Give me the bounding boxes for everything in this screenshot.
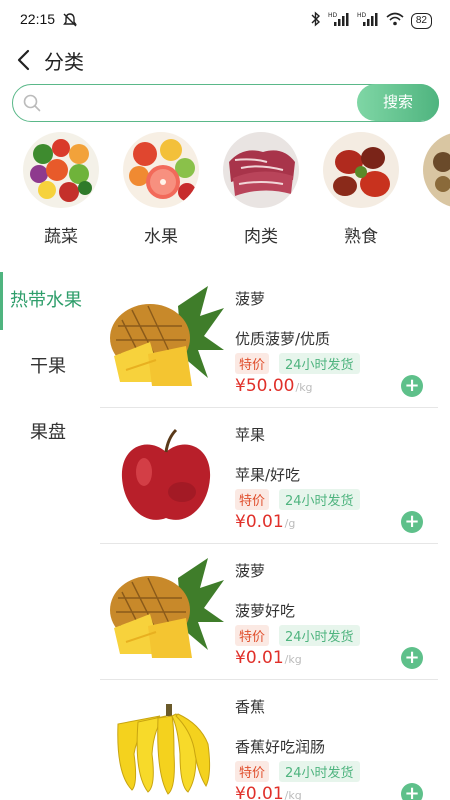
header: 分类: [0, 40, 450, 80]
pineapple-image: [108, 286, 224, 394]
price-value: ¥0.01: [235, 784, 284, 800]
product-name: 菠萝: [235, 290, 266, 308]
plus-icon: +: [404, 783, 420, 800]
sidebar: 热带水果 干果 果盘: [0, 268, 100, 800]
svg-text:HD: HD: [328, 12, 338, 19]
category-label: 水果: [144, 227, 178, 247]
price-unit: /kg: [284, 789, 302, 800]
category-cooked-food[interactable]: 熟食: [316, 132, 406, 247]
category-row: 蔬菜 水果 肉类 熟食: [0, 132, 450, 252]
add-to-cart-button[interactable]: +: [401, 375, 423, 397]
delivery-tag: 24小时发货: [279, 761, 360, 782]
sidebar-item-fruit-platter[interactable]: 果盘: [0, 400, 100, 466]
banana-image: [108, 694, 224, 800]
apple-image: [108, 422, 224, 530]
product-description: 香蕉好吃润肠: [235, 738, 326, 756]
delivery-tag: 24小时发货: [279, 353, 360, 374]
add-to-cart-button[interactable]: +: [401, 647, 423, 669]
delivery-tag: 24小时发货: [279, 625, 360, 646]
chevron-left-icon[interactable]: [14, 48, 34, 72]
add-to-cart-button[interactable]: +: [401, 511, 423, 533]
category-label: 熟食: [344, 227, 378, 247]
add-to-cart-button[interactable]: +: [401, 783, 423, 800]
wifi-icon: [386, 11, 404, 31]
hd-signal-icon: HD: [357, 11, 379, 31]
meat-image: [223, 132, 299, 208]
plus-icon: +: [404, 375, 420, 396]
special-tag: 特价: [235, 625, 270, 646]
price-value: ¥50.00: [235, 376, 295, 396]
price-value: ¥0.01: [235, 512, 284, 532]
search-input[interactable]: [49, 90, 349, 116]
category-label: 肉类: [244, 227, 278, 247]
sidebar-item-tropical-fruits[interactable]: 热带水果: [0, 268, 100, 334]
price-unit: /g: [284, 517, 296, 530]
product-list: 菠萝 优质菠萝/优质 特价 24小时发货 ¥50.00/kg + 苹果 苹果/好…: [100, 268, 450, 800]
list-item[interactable]: 苹果 苹果/好吃 特价 24小时发货 ¥0.01/g +: [100, 408, 438, 544]
status-bar: 22:15 HD HD 82: [0, 0, 450, 40]
special-tag: 特价: [235, 353, 270, 374]
category-more[interactable]: [416, 132, 450, 208]
category-vegetables[interactable]: 蔬菜: [16, 132, 106, 247]
product-price: ¥0.01/kg: [235, 784, 302, 800]
search-icon: [23, 94, 41, 112]
list-item[interactable]: 菠萝 优质菠萝/优质 特价 24小时发货 ¥50.00/kg +: [100, 272, 438, 408]
hd-signal-icon: HD: [328, 11, 350, 31]
list-item[interactable]: 香蕉 香蕉好吃润肠 特价 24小时发货 ¥0.01/kg +: [100, 680, 438, 800]
search-bar: 搜索: [12, 84, 439, 122]
status-time: 22:15: [20, 11, 56, 27]
product-description: 优质菠萝/优质: [235, 330, 331, 348]
delivery-tag: 24小时发货: [279, 489, 360, 510]
more-category-image: [423, 132, 450, 208]
svg-text:HD: HD: [357, 12, 367, 19]
product-name: 菠萝: [235, 562, 266, 580]
cooked-food-image: [323, 132, 399, 208]
plus-icon: +: [404, 647, 420, 668]
plus-icon: +: [404, 511, 420, 532]
product-description: 菠萝好吃: [235, 602, 296, 620]
pineapple-image: [108, 558, 224, 666]
list-item[interactable]: 菠萝 菠萝好吃 特价 24小时发货 ¥0.01/kg +: [100, 544, 438, 680]
bluetooth-icon: [311, 11, 321, 31]
product-price: ¥50.00/kg: [235, 376, 313, 396]
special-tag: 特价: [235, 761, 270, 782]
sidebar-item-dried-fruits[interactable]: 干果: [0, 334, 100, 400]
price-unit: /kg: [295, 381, 313, 394]
price-unit: /kg: [284, 653, 302, 666]
search-button[interactable]: 搜索: [357, 84, 439, 121]
vegetables-image: [23, 132, 99, 208]
category-label: 蔬菜: [44, 227, 78, 247]
battery-icon: 82: [410, 13, 432, 29]
fruits-image: [123, 132, 199, 208]
special-tag: 特价: [235, 489, 270, 510]
product-price: ¥0.01/kg: [235, 648, 302, 668]
product-name: 苹果: [235, 426, 266, 444]
price-value: ¥0.01: [235, 648, 284, 668]
mute-bell-icon: [62, 12, 78, 32]
category-meat[interactable]: 肉类: [216, 132, 306, 247]
category-fruits[interactable]: 水果: [116, 132, 206, 247]
product-name: 香蕉: [235, 698, 266, 716]
product-description: 苹果/好吃: [235, 466, 301, 484]
page-title: 分类: [44, 50, 84, 74]
product-price: ¥0.01/g: [235, 512, 295, 532]
